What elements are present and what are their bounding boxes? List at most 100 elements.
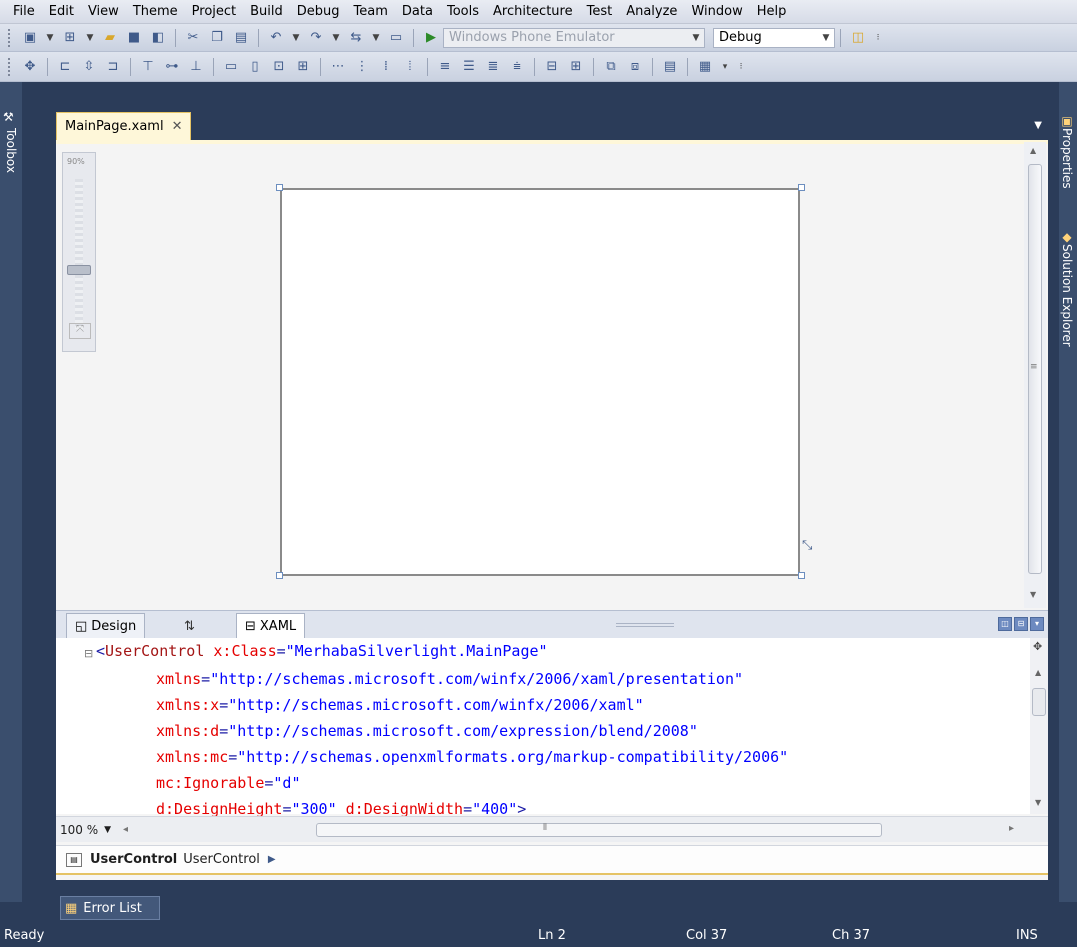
menu-test[interactable]: Test <box>580 0 620 24</box>
vertical-spacing-equal-icon[interactable]: ≡ <box>434 57 456 77</box>
menu-help[interactable]: Help <box>750 0 794 24</box>
chevron-down-icon[interactable]: ▼ <box>289 28 303 48</box>
cut-icon[interactable]: ✂ <box>182 28 204 48</box>
menu-data[interactable]: Data <box>395 0 440 24</box>
size-to-grid-icon[interactable]: ⊞ <box>292 57 314 77</box>
decrease-horizontal-spacing-icon[interactable]: ⁞ <box>375 57 397 77</box>
horizontal-split-icon[interactable]: ⊟ <box>1014 617 1028 631</box>
swap-panes-button[interactable]: ⇅ <box>176 613 203 639</box>
collapse-pane-icon[interactable]: ▾ <box>1030 617 1044 631</box>
document-outline-icon[interactable]: ▤ <box>66 852 82 867</box>
new-project-icon[interactable]: ▣ <box>19 28 41 48</box>
auto-size-icon[interactable]: ⤡ <box>802 538 812 553</box>
open-folder-icon[interactable]: ▰ <box>99 28 121 48</box>
resize-handle[interactable] <box>798 184 805 191</box>
align-centers-icon[interactable]: ⇳ <box>78 57 100 77</box>
menu-debug[interactable]: Debug <box>290 0 347 24</box>
menu-theme[interactable]: Theme <box>126 0 185 24</box>
remove-horizontal-spacing-icon[interactable]: ⦙ <box>399 57 421 77</box>
send-to-back-icon[interactable]: ⧈ <box>624 57 646 77</box>
menu-architecture[interactable]: Architecture <box>486 0 580 24</box>
chevron-down-icon[interactable]: ▼ <box>104 825 111 835</box>
overflow-icon[interactable]: ⁝ <box>871 28 885 48</box>
editor-zoom-value[interactable]: 100 % <box>60 823 98 837</box>
menu-analyze[interactable]: Analyze <box>619 0 684 24</box>
scroll-left-icon[interactable]: ◂ <box>123 824 128 835</box>
collapse-region-icon[interactable]: ⊟ <box>84 647 93 660</box>
align-bottoms-icon[interactable]: ⊥ <box>185 57 207 77</box>
user-control-artboard[interactable] <box>280 188 800 576</box>
close-icon[interactable]: ✕ <box>172 119 183 134</box>
decrease-vertical-spacing-icon[interactable]: ≣ <box>482 57 504 77</box>
align-rights-icon[interactable]: ⊐ <box>102 57 124 77</box>
redo-icon[interactable]: ↷ <box>305 28 327 48</box>
error-list-tab[interactable]: ▦ Error List <box>60 896 160 920</box>
menu-project[interactable]: Project <box>185 0 243 24</box>
make-same-height-icon[interactable]: ▯ <box>244 57 266 77</box>
zoom-slider[interactable]: 90% ⤧ <box>62 152 96 352</box>
add-item-icon[interactable]: ⊞ <box>59 28 81 48</box>
menu-view[interactable]: View <box>81 0 126 24</box>
copy-icon[interactable]: ❐ <box>206 28 228 48</box>
chevron-down-icon[interactable]: ▼ <box>688 29 704 47</box>
menu-build[interactable]: Build <box>243 0 290 24</box>
lock-controls-icon[interactable]: ▦ <box>694 57 716 77</box>
scroll-up-icon[interactable]: ▲ <box>1030 146 1036 155</box>
find-in-files-icon[interactable]: ◫ <box>847 28 869 48</box>
target-device-combo[interactable]: Windows Phone Emulator ▼ <box>443 27 705 48</box>
chevron-down-icon[interactable]: ▼ <box>369 28 383 48</box>
zoom-thumb[interactable] <box>67 265 91 275</box>
splitter-grip[interactable] <box>616 623 674 627</box>
make-same-size-icon[interactable]: ⊡ <box>268 57 290 77</box>
align-to-grid-icon[interactable]: ✥ <box>19 57 41 77</box>
resize-handle[interactable] <box>798 572 805 579</box>
chevron-right-icon[interactable]: ▶ <box>268 854 276 865</box>
chevron-down-icon[interactable]: ▼ <box>818 29 834 47</box>
chevron-down-icon[interactable]: ▼ <box>329 28 343 48</box>
bring-to-front-icon[interactable]: ⧉ <box>600 57 622 77</box>
save-all-icon[interactable]: ◧ <box>147 28 169 48</box>
chevron-down-icon[interactable]: ▼ <box>83 28 97 48</box>
align-tops-icon[interactable]: ⊤ <box>137 57 159 77</box>
chevron-down-icon[interactable]: ▼ <box>1034 120 1042 131</box>
align-middles-icon[interactable]: ⊶ <box>161 57 183 77</box>
save-icon[interactable]: ■ <box>123 28 145 48</box>
vertical-split-icon[interactable]: ◫ <box>998 617 1012 631</box>
overflow-icon[interactable]: ▾ <box>718 57 732 77</box>
code-horizontal-scrollbar[interactable]: ⦀ <box>316 823 882 837</box>
solution-explorer-tab[interactable]: ◆ Solution Explorer <box>1060 230 1074 347</box>
design-vertical-scrollbar[interactable]: ▲ ≡ ▼ <box>1024 142 1046 608</box>
toolbar-grip[interactable] <box>8 28 12 47</box>
increase-vertical-spacing-icon[interactable]: ☰ <box>458 57 480 77</box>
align-lefts-icon[interactable]: ⊏ <box>54 57 76 77</box>
fit-to-screen-icon[interactable]: ⤧ <box>69 323 91 339</box>
window-icon[interactable]: ▭ <box>385 28 407 48</box>
increase-horizontal-spacing-icon[interactable]: ⋮ <box>351 57 373 77</box>
tab-design[interactable]: ◱ Design <box>66 613 146 639</box>
toolbar-grip[interactable] <box>8 57 12 76</box>
breadcrumb-element[interactable]: UserControl <box>90 852 177 867</box>
overflow-icon[interactable]: ⁝ <box>734 57 748 77</box>
chevron-down-icon[interactable]: ▼ <box>43 28 57 48</box>
resize-handle[interactable] <box>276 184 283 191</box>
remove-vertical-spacing-icon[interactable]: ⩧ <box>506 57 528 77</box>
center-horizontally-icon[interactable]: ⊟ <box>541 57 563 77</box>
solution-configuration-combo[interactable]: Debug ▼ <box>713 27 835 48</box>
menu-file[interactable]: File <box>6 0 42 24</box>
center-vertically-icon[interactable]: ⊞ <box>565 57 587 77</box>
scroll-down-icon[interactable]: ▼ <box>1030 590 1036 599</box>
menu-tools[interactable]: Tools <box>440 0 486 24</box>
scroll-right-icon[interactable]: ▸ <box>1009 823 1014 834</box>
zoom-track[interactable] <box>75 179 83 329</box>
scroll-down-icon[interactable]: ▼ <box>1035 798 1041 807</box>
navigate-icon[interactable]: ⇆ <box>345 28 367 48</box>
scroll-thumb[interactable] <box>1032 688 1046 716</box>
horizontal-spacing-equal-icon[interactable]: ⋯ <box>327 57 349 77</box>
menu-edit[interactable]: Edit <box>42 0 81 24</box>
split-editor-icon[interactable]: ✥ <box>1033 640 1042 653</box>
menu-window[interactable]: Window <box>684 0 749 24</box>
tab-mainpage-xaml[interactable]: MainPage.xaml ✕ <box>56 112 192 140</box>
paste-icon[interactable]: ▤ <box>230 28 252 48</box>
make-same-width-icon[interactable]: ▭ <box>220 57 242 77</box>
scroll-up-icon[interactable]: ▲ <box>1035 668 1041 677</box>
